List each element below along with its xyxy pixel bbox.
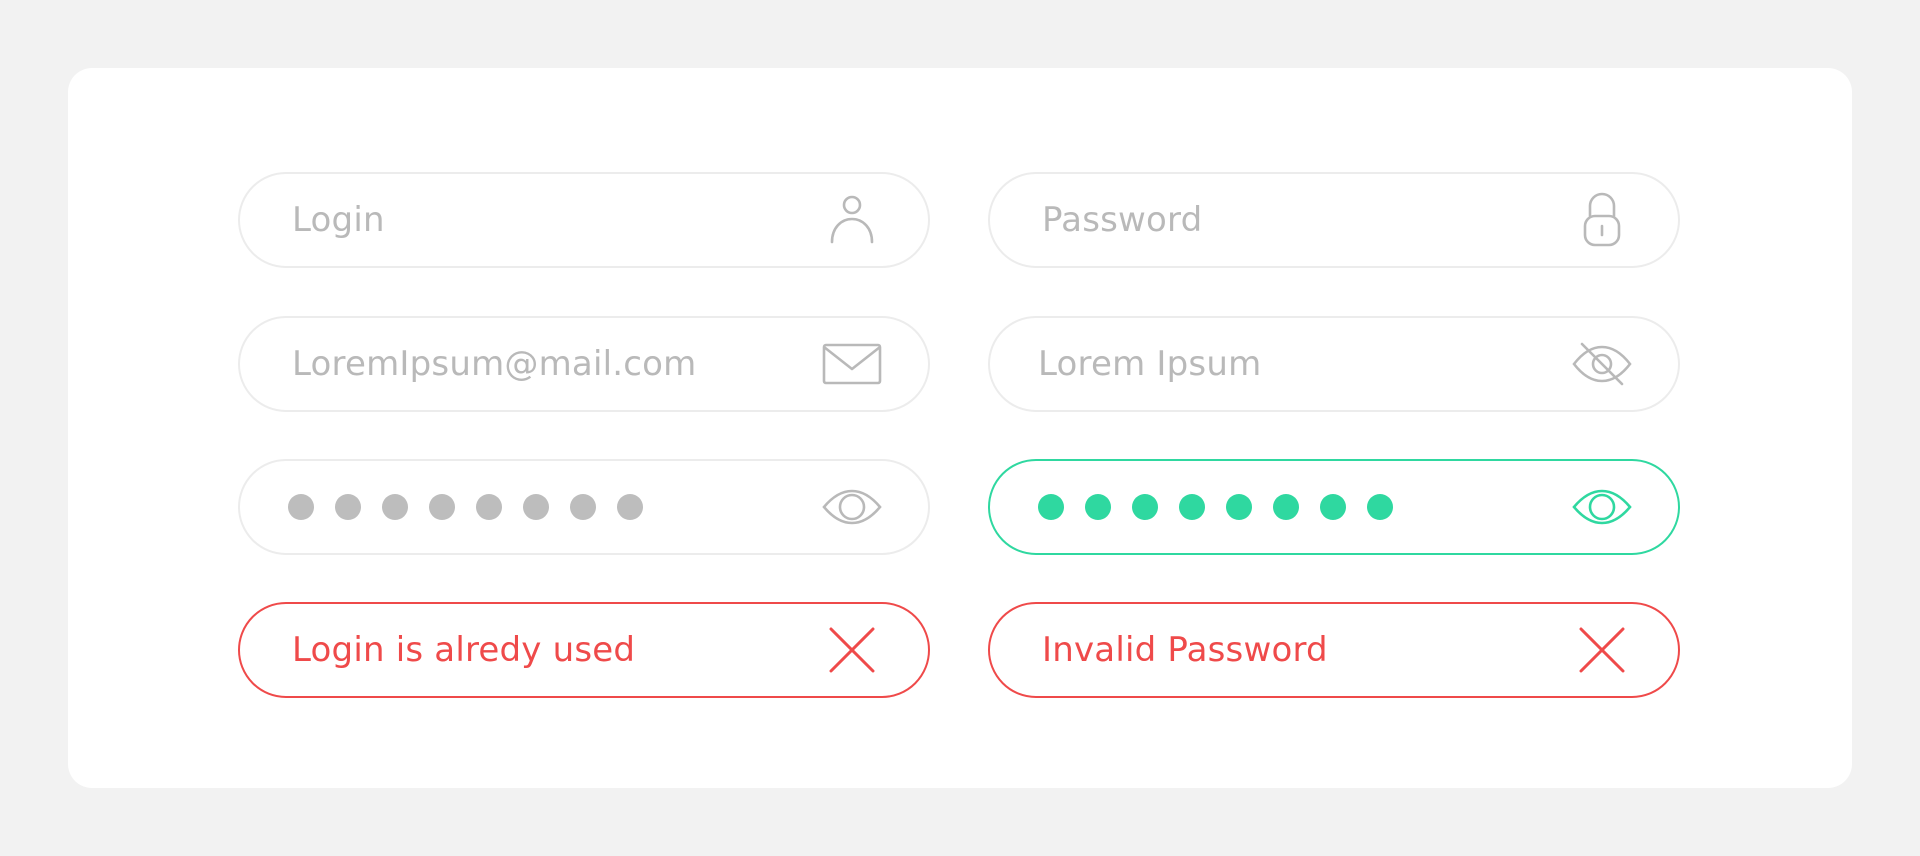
mask-dot [570,494,596,520]
login-error-message: Login is alredy used [292,630,636,670]
password-field[interactable]: Password [988,172,1680,268]
email-field[interactable]: LoremIpsum@mail.com [238,316,930,412]
revealed-password-value: Lorem Ipsum [1038,344,1262,384]
email-value: LoremIpsum@mail.com [292,344,697,384]
envelope-icon [820,334,884,394]
password-placeholder: Password [1042,200,1203,240]
mask-dot [1132,494,1158,520]
login-error-field[interactable]: Login is alredy used [238,602,930,698]
mask-dot [335,494,361,520]
masked-password-field[interactable] [238,459,930,555]
mask-dot [1226,494,1252,520]
lock-icon [1570,190,1634,250]
mask-dot [476,494,502,520]
mask-dot [1085,494,1111,520]
mask-dot [429,494,455,520]
close-icon[interactable] [820,620,884,680]
mask-dot [1273,494,1299,520]
close-icon[interactable] [1570,620,1634,680]
form-card: Login Password LoremIpsum@mail.com Lorem… [68,68,1852,788]
mask-dot [523,494,549,520]
login-field[interactable]: Login [238,172,930,268]
revealed-password-field[interactable]: Lorem Ipsum [988,316,1680,412]
mask-dot [617,494,643,520]
login-placeholder: Login [292,200,385,240]
active-password-field[interactable] [988,459,1680,555]
user-icon [820,190,884,250]
mask-dot [382,494,408,520]
eye-slash-icon[interactable] [1570,334,1634,394]
eye-icon[interactable] [820,477,884,537]
password-error-field[interactable]: Invalid Password [988,602,1680,698]
mask-dot [1038,494,1064,520]
mask-dot [1179,494,1205,520]
password-error-message: Invalid Password [1042,630,1328,670]
mask-dot [1320,494,1346,520]
mask-dot [1367,494,1393,520]
mask-dot [288,494,314,520]
eye-icon[interactable] [1570,477,1634,537]
